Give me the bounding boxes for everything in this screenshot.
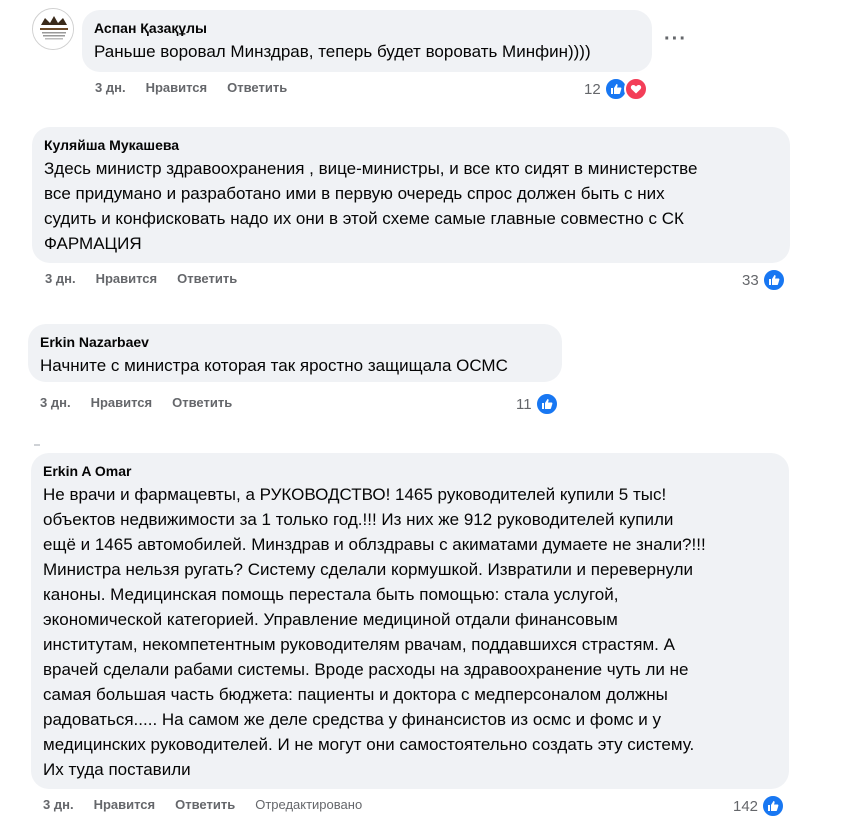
comment-text-line: все придумано и разработано ими в первую… [44, 184, 665, 203]
avatar[interactable] [32, 8, 74, 50]
reaction-count: 12 [584, 80, 601, 98]
comment-text-line: врачей сделали рабами системы. Вроде рас… [43, 660, 689, 679]
comment-actions: 3 дн. Нравится Ответить [95, 80, 287, 95]
avatar-image [33, 9, 73, 49]
comment-text-line: самая большая часть бюджета: пациенты и … [43, 685, 668, 704]
comment-text: Не врачи и фармацевты, а РУКОВОДСТВО! 14… [43, 482, 777, 782]
comment-bubble: Аспан Қазақұлы Раньше воровал Минздрав, … [82, 10, 652, 72]
like-button[interactable]: Нравится [94, 797, 156, 812]
like-button[interactable]: Нравится [146, 80, 208, 95]
reply-button[interactable]: Ответить [227, 80, 287, 95]
comment-text-line: ФАРМАЦИЯ [44, 234, 142, 253]
reaction-summary[interactable]: 142 [733, 794, 786, 818]
comment-text-line: каноны. Медицинская помощь перестала быт… [43, 585, 619, 604]
comment-text-line: медицинских руководителей. И не могут он… [43, 735, 695, 754]
thread-connector [34, 444, 40, 446]
comment-text: Начните с министра которая так яростно з… [40, 356, 508, 375]
comment-actions: 3 дн. Нравится Ответить Отредактировано [43, 797, 362, 812]
like-button[interactable]: Нравится [91, 395, 153, 410]
more-options-icon[interactable]: ··· [664, 28, 687, 51]
reply-button[interactable]: Ответить [175, 797, 235, 812]
reaction-count: 11 [516, 395, 532, 413]
comment-text-line: объектов недвижимости за 1 только год.!!… [43, 510, 674, 529]
comment-time[interactable]: 3 дн. [45, 271, 76, 286]
reaction-count: 33 [742, 271, 759, 289]
comment-text: Здесь министр здравоохранения , вице-мин… [44, 156, 778, 256]
comment-author[interactable]: Аспан Қазақұлы [94, 19, 640, 37]
comment-text-line: институтам, некомпетентным руководителям… [43, 635, 675, 654]
like-button[interactable]: Нравится [96, 271, 158, 286]
reaction-summary[interactable]: 12 [584, 77, 648, 101]
comment-time[interactable]: 3 дн. [95, 80, 126, 95]
comment-bubble: Erkin A Omar Не врачи и фармацевты, а РУ… [31, 453, 789, 789]
reaction-count: 142 [733, 797, 759, 815]
comment-bubble: Куляйша Мукашева Здесь министр здравоохр… [32, 127, 790, 263]
like-icon [761, 268, 786, 292]
comment-text-line: экономической категорией. Управление мед… [43, 610, 618, 629]
comment-text-line: Не врачи и фармацевты, а РУКОВОДСТВО! 14… [43, 485, 667, 504]
reply-button[interactable]: Ответить [172, 395, 232, 410]
comment-text-line: Здесь министр здравоохранения , вице-мин… [44, 159, 698, 178]
reply-button[interactable]: Ответить [177, 271, 237, 286]
like-icon [761, 794, 786, 818]
comment-actions: 3 дн. Нравится Ответить [45, 271, 237, 286]
comment-text-line: Их туда поставили [43, 760, 191, 779]
comment-bubble: Erkin Nazarbaev Начните с министра котор… [28, 324, 562, 382]
edited-label[interactable]: Отредактировано [255, 797, 362, 812]
comment-time[interactable]: 3 дн. [43, 797, 74, 812]
comment-text-line: радоваться..... На самом же деле средств… [43, 710, 661, 729]
comment-text-line: ещё и 1465 автомобилей. Минздрав и облзд… [43, 535, 706, 554]
comment-text-line: Министра нельзя ругать? Систему сделали … [43, 560, 694, 579]
comment-text: Раньше воровал Минздрав, теперь будет во… [94, 42, 591, 61]
comment-author[interactable]: Куляйша Мукашева [44, 136, 778, 154]
comment-text-line: судить и конфисковать надо их они в этой… [44, 209, 684, 228]
reaction-summary[interactable]: 11 [516, 392, 559, 416]
reaction-summary[interactable]: 33 [742, 268, 786, 292]
love-icon [623, 77, 648, 101]
comment-time[interactable]: 3 дн. [40, 395, 71, 410]
comment-author[interactable]: Erkin Nazarbaev [40, 333, 550, 351]
comment-actions: 3 дн. Нравится Ответить [40, 395, 232, 410]
like-icon [534, 392, 559, 416]
comment-author[interactable]: Erkin A Omar [43, 462, 777, 480]
